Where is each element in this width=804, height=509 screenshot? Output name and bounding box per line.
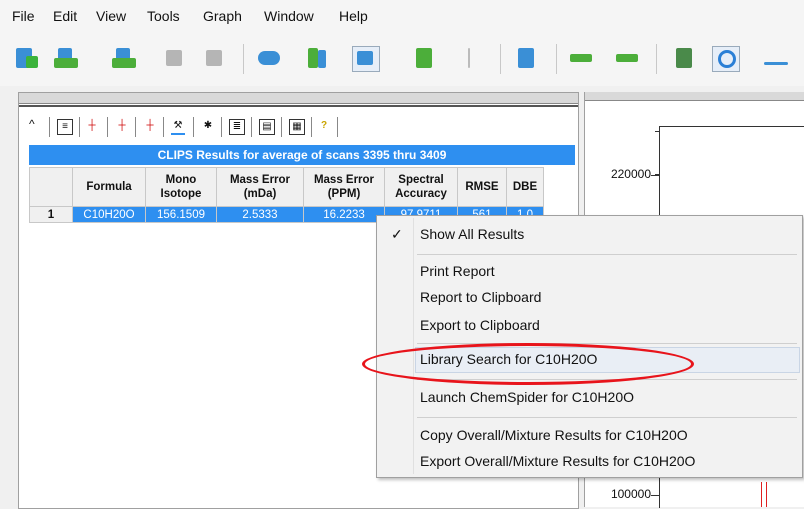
peak-icon[interactable]: ┼ bbox=[85, 119, 99, 133]
spectrum-icon[interactable] bbox=[352, 46, 380, 72]
row-number: 1 bbox=[29, 206, 73, 223]
document-icon[interactable] bbox=[412, 46, 438, 70]
y-tick-label: 220000 bbox=[610, 167, 651, 181]
menu-item-show-all-results[interactable]: Show All Results bbox=[420, 226, 524, 242]
column-header[interactable]: Mass Error (mDa) bbox=[216, 167, 304, 207]
baseline-icon[interactable] bbox=[762, 46, 788, 70]
menu-view[interactable]: View bbox=[96, 8, 126, 24]
stack-icon[interactable]: ≣ bbox=[229, 119, 245, 135]
cell-mono-isotope[interactable]: 156.1509 bbox=[145, 206, 217, 223]
column-header[interactable]: Mono Isotope bbox=[145, 167, 217, 207]
peak-range-icon[interactable]: ┼ bbox=[115, 119, 129, 133]
grid-icon[interactable]: ▦ bbox=[289, 119, 305, 135]
save-icon[interactable] bbox=[162, 46, 188, 70]
menu-edit[interactable]: Edit bbox=[53, 8, 77, 24]
column-header[interactable]: RMSE bbox=[457, 167, 507, 207]
menu-item-print-report[interactable]: Print Report bbox=[420, 263, 495, 279]
annotation-oval bbox=[362, 343, 694, 385]
tools-icon[interactable]: ⚒ bbox=[171, 119, 185, 135]
back-arrow-icon[interactable] bbox=[568, 46, 594, 70]
library-icon[interactable] bbox=[256, 46, 282, 70]
open-folder-icon[interactable] bbox=[112, 46, 138, 70]
results-banner: CLIPS Results for average of scans 3395 … bbox=[29, 145, 575, 165]
cell-mass-error-ppm[interactable]: 16.2233 bbox=[303, 206, 385, 223]
main-toolbar bbox=[0, 28, 804, 86]
collapse-caret-icon[interactable]: ^ bbox=[29, 117, 35, 131]
menu-item-launch-chemspider[interactable]: Launch ChemSpider for C10H20O bbox=[420, 389, 634, 405]
menu-window[interactable]: Window bbox=[264, 8, 314, 24]
column-header[interactable]: DBE bbox=[506, 167, 544, 207]
spectrum-peak bbox=[766, 482, 767, 507]
menu-item-copy-overall-results[interactable]: Copy Overall/Mixture Results for C10H20O bbox=[420, 427, 688, 443]
open-icon[interactable] bbox=[54, 46, 80, 70]
row-number-header bbox=[29, 167, 73, 207]
y-tick-label: 100000 bbox=[610, 487, 651, 501]
column-header[interactable]: Mass Error (PPM) bbox=[303, 167, 385, 207]
book-icon[interactable] bbox=[304, 46, 330, 70]
add-file-icon[interactable] bbox=[14, 46, 40, 70]
search-icon[interactable] bbox=[712, 46, 740, 72]
menu-item-report-to-clipboard[interactable]: Report to Clipboard bbox=[420, 289, 541, 305]
column-header[interactable]: Formula bbox=[72, 167, 146, 207]
chart-icon[interactable] bbox=[514, 46, 540, 70]
menu-help[interactable]: Help bbox=[339, 8, 368, 24]
menu-item-export-to-clipboard[interactable]: Export to Clipboard bbox=[420, 317, 540, 333]
results-toolbar: ^ ≡ ┼ ┼ ┼ ⚒ ✱ ≣ ▤ ▦ ? bbox=[23, 115, 463, 141]
menu-tools[interactable]: Tools bbox=[147, 8, 180, 24]
wand-icon[interactable]: ✱ bbox=[201, 119, 215, 133]
menu-item-export-overall-results[interactable]: Export Overall/Mixture Results for C10H2… bbox=[420, 453, 695, 469]
panel-header[interactable] bbox=[19, 93, 578, 104]
check-icon: ✓ bbox=[391, 226, 403, 242]
cell-mass-error-mda[interactable]: 2.5333 bbox=[216, 206, 304, 223]
help-icon[interactable]: ? bbox=[317, 119, 331, 133]
integrate-icon[interactable] bbox=[672, 46, 698, 70]
cell-formula[interactable]: C10H20O bbox=[72, 206, 146, 223]
table-header-row: Formula Mono Isotope Mass Error (mDa) Mass… bbox=[29, 167, 544, 207]
panel-header[interactable] bbox=[585, 92, 804, 101]
table-icon[interactable]: ▤ bbox=[259, 119, 275, 135]
copy-icon[interactable] bbox=[202, 46, 228, 70]
forward-arrow-icon[interactable] bbox=[614, 46, 640, 70]
menu-bar: File Edit View Tools Graph Window Help bbox=[0, 0, 804, 28]
column-header[interactable]: Spectral Accuracy bbox=[384, 167, 458, 207]
menu-graph[interactable]: Graph bbox=[203, 8, 242, 24]
panel-divider bbox=[19, 105, 578, 107]
spectrum-peak bbox=[761, 482, 762, 507]
menu-file[interactable]: File bbox=[12, 8, 35, 24]
list-icon[interactable]: ≡ bbox=[57, 119, 73, 135]
peak-compare-icon[interactable]: ┼ bbox=[143, 119, 157, 133]
peaks-icon[interactable] bbox=[458, 46, 484, 70]
